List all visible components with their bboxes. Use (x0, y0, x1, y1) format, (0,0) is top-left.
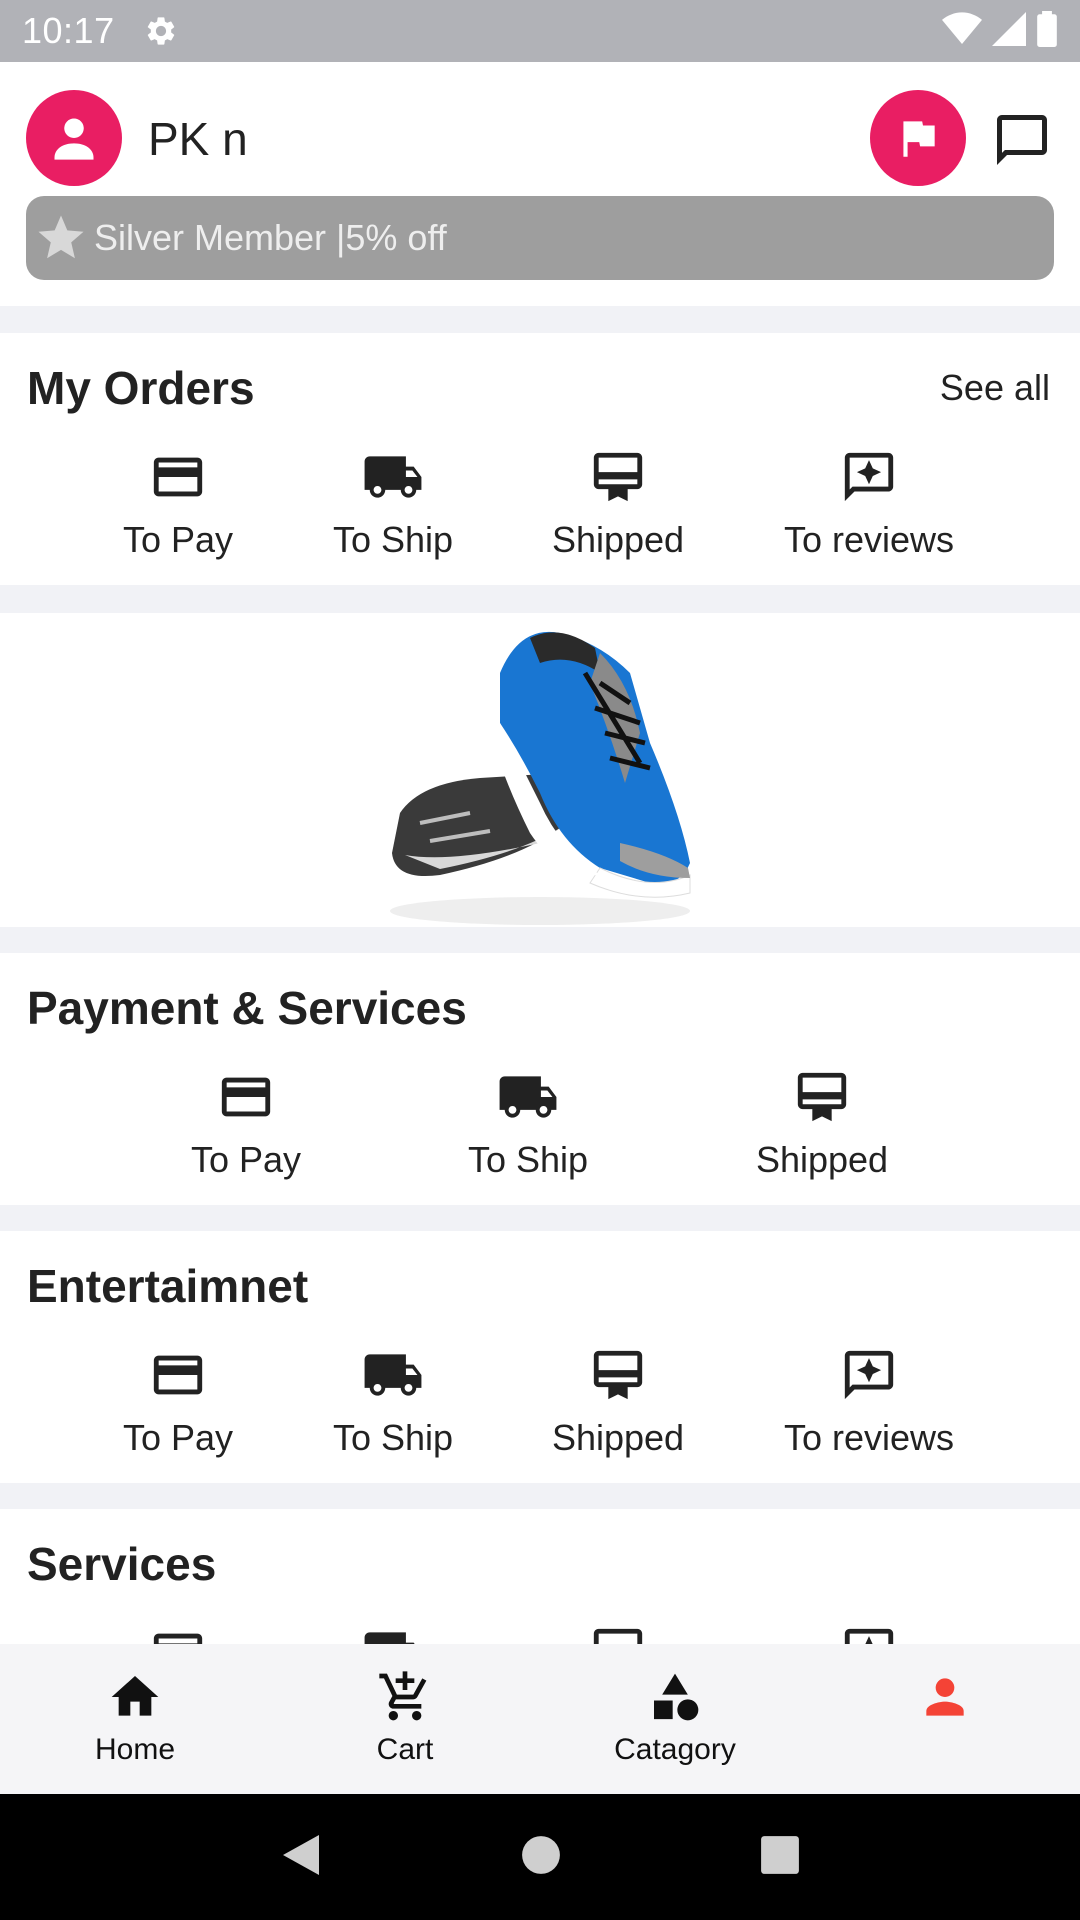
shipped-icon (586, 1621, 650, 1644)
section-title: Services (27, 1538, 217, 1590)
flag-button[interactable] (870, 90, 966, 186)
settings-gear-icon (143, 13, 179, 49)
entertainment-item-to-ship[interactable]: To Ship (273, 1343, 513, 1459)
system-navigation-bar (0, 1794, 1080, 1920)
status-time: 10:17 (22, 10, 115, 51)
entertainment-item-to-pay[interactable]: To Pay (58, 1343, 298, 1459)
my-orders-section: My Orders See all To Pay To Ship Shipped… (0, 333, 1080, 585)
credit-card-icon (146, 1621, 210, 1644)
see-all-link[interactable]: See all (940, 367, 1050, 409)
sneaker-image (390, 631, 691, 925)
item-label: To reviews (783, 1417, 955, 1458)
truck-icon (496, 1065, 560, 1129)
flag-icon (903, 121, 935, 157)
section-title: My Orders (27, 362, 255, 414)
member-text: Silver Member |5% off (94, 217, 447, 258)
wifi-icon (942, 11, 982, 51)
item-label: Shipped (755, 1139, 889, 1180)
order-item-to-reviews[interactable]: To reviews (749, 445, 989, 561)
nav-label: Catagory (614, 1733, 736, 1766)
payment-item-shipped[interactable]: Shipped (702, 1065, 942, 1181)
section-title: Entertaimnet (27, 1260, 309, 1312)
order-item-shipped[interactable]: Shipped (498, 445, 738, 561)
star-icon (32, 209, 90, 267)
shipped-icon (586, 1343, 650, 1407)
promo-banner[interactable] (0, 613, 1080, 927)
item-label: To Ship (332, 1417, 454, 1458)
item-label: Shipped (551, 1417, 685, 1458)
services-item-2[interactable] (273, 1621, 513, 1644)
back-icon[interactable] (279, 1831, 323, 1884)
review-icon (837, 445, 901, 509)
item-label: To Pay (190, 1139, 302, 1180)
member-badge: Silver Member |5% off (26, 196, 1054, 280)
profile-header: PK n Silver Member |5% off (0, 62, 1080, 306)
nav-label: Cart (376, 1733, 434, 1766)
services-item-1[interactable] (58, 1621, 298, 1644)
person-icon (54, 118, 94, 160)
status-bar: 10:17 (0, 0, 1080, 62)
chat-icon (997, 115, 1047, 165)
services-item-4[interactable] (749, 1621, 989, 1644)
battery-icon (1036, 10, 1058, 52)
payment-item-to-pay[interactable]: To Pay (126, 1065, 366, 1181)
payment-services-section: Payment & Services To Pay To Ship Shippe… (0, 953, 1080, 1205)
nav-home[interactable]: Home (0, 1644, 270, 1794)
nav-cart[interactable]: Cart (270, 1644, 540, 1794)
cart-icon (377, 1669, 433, 1725)
entertainment-item-shipped[interactable]: Shipped (498, 1343, 738, 1459)
order-item-to-pay[interactable]: To Pay (58, 445, 298, 561)
signal-icon (992, 11, 1026, 51)
recents-icon[interactable] (759, 1834, 801, 1881)
section-title: Payment & Services (27, 982, 467, 1034)
review-icon (837, 1621, 901, 1644)
avatar[interactable] (26, 90, 122, 186)
chat-button[interactable] (990, 108, 1054, 172)
truck-icon (361, 1621, 425, 1644)
shipped-icon (790, 1065, 854, 1129)
item-label: To Ship (332, 519, 454, 560)
profile-icon (917, 1669, 973, 1725)
nav-category[interactable]: Catagory (540, 1644, 810, 1794)
entertainment-section: Entertaimnet To Pay To Ship Shipped To r… (0, 1231, 1080, 1483)
services-section: Services (0, 1509, 1080, 1644)
bottom-navigation: Home Cart Catagory (0, 1644, 1080, 1794)
item-label: To Pay (122, 1417, 234, 1458)
credit-card-icon (146, 1343, 210, 1407)
nav-label: Home (94, 1733, 176, 1766)
category-icon (647, 1669, 703, 1725)
payment-item-to-ship[interactable]: To Ship (408, 1065, 648, 1181)
home-icon (107, 1669, 163, 1725)
review-icon (837, 1343, 901, 1407)
item-label: To Ship (467, 1139, 589, 1180)
services-item-3[interactable] (498, 1621, 738, 1644)
entertainment-item-to-reviews[interactable]: To reviews (749, 1343, 989, 1459)
item-label: To Pay (122, 519, 234, 560)
credit-card-icon (214, 1065, 278, 1129)
truck-icon (361, 445, 425, 509)
item-label: To reviews (783, 519, 955, 560)
credit-card-icon (146, 445, 210, 509)
truck-icon (361, 1343, 425, 1407)
order-item-to-ship[interactable]: To Ship (273, 445, 513, 561)
item-label: Shipped (551, 519, 685, 560)
user-name: PK n (148, 113, 248, 165)
home-circle-icon[interactable] (520, 1834, 562, 1881)
shipped-icon (586, 445, 650, 509)
nav-profile[interactable] (810, 1644, 1080, 1794)
